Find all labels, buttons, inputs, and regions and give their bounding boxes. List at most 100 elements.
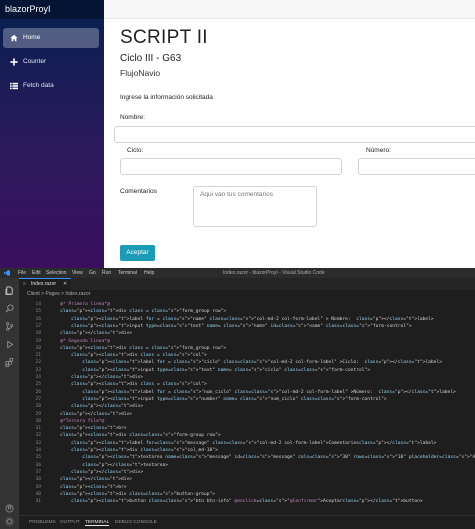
- panel-tab-problems[interactable]: PROBLEMS: [29, 520, 56, 525]
- code-line: class="p"><class="t">br>: [60, 484, 127, 490]
- comentarios-label: Comentarios: [120, 188, 157, 195]
- code-line: class="p"><class="t">input type=class="s…: [82, 396, 387, 402]
- menu-help[interactable]: Help: [144, 268, 154, 278]
- gear-icon[interactable]: [5, 517, 14, 526]
- line-number: 22: [35, 360, 41, 366]
- line-number: 41: [35, 499, 41, 505]
- page-subtitle: Ciclo III - G63: [120, 53, 182, 64]
- code-line: class="p"><class="t">br>: [60, 426, 127, 432]
- nav-item-home[interactable]: Home: [3, 28, 99, 48]
- panel-tab-terminal[interactable]: TERMINAL: [85, 520, 110, 526]
- nav-item-label: Fetch data: [23, 82, 54, 89]
- code-line: class="p"></class="t">div>: [71, 375, 144, 380]
- code-editor[interactable]: 14 @* Primera linea*@ 15 class="p"><class…: [19, 299, 475, 505]
- sidebar: blazorProyI Home Counter Fetch data: [0, 0, 104, 268]
- code-line: class="p"><class="t">textarea name=class…: [82, 455, 475, 461]
- line-number: 17: [35, 323, 41, 329]
- line-number: 37: [35, 469, 41, 475]
- line-number: 40: [35, 491, 41, 497]
- line-number: 25: [35, 382, 41, 388]
- panel-tabs: PROBLEMS OUTPUT TERMINAL DEBUG CONSOLE: [19, 515, 475, 529]
- extensions-icon[interactable]: [5, 358, 14, 367]
- code-line: class="p"><class="t">div class = class="…: [60, 309, 227, 315]
- code-line: class="p"><class="t">div class = class="…: [71, 353, 207, 359]
- menu-file[interactable]: File: [18, 268, 26, 278]
- comentarios-textarea[interactable]: Aqui van tus comentarios: [193, 186, 317, 227]
- code-line: @* Primera linea*@: [49, 302, 110, 307]
- run-debug-icon[interactable]: [5, 340, 14, 349]
- nav-item-label: Home: [23, 34, 41, 41]
- search-icon[interactable]: [5, 304, 14, 313]
- line-number: 33: [35, 440, 41, 446]
- code-line: class="p"></class="t">textarea>: [82, 462, 168, 468]
- code-line: class="p"><class="t">label for = class="…: [71, 316, 434, 322]
- razor-file-icon: ≡: [23, 281, 26, 287]
- code-line: class="p"><class="t">input type=class="s…: [82, 367, 371, 373]
- source-control-icon[interactable]: [5, 322, 14, 331]
- menu-terminal[interactable]: Terminal: [118, 268, 137, 278]
- code-line: class="p"><class="t">div class=class="s"…: [60, 433, 221, 439]
- line-number: 16: [35, 316, 41, 322]
- menu-selection[interactable]: Selection: [46, 268, 67, 278]
- code-line: @*Tercera fila*@: [49, 418, 105, 424]
- page-subtitle-2: FlujoNavio: [120, 68, 161, 78]
- aceptar-button[interactable]: Aceptar: [120, 245, 155, 261]
- panel-tab-output[interactable]: OUTPUT: [60, 520, 80, 525]
- home-icon: [10, 34, 18, 42]
- code-line: class="p"><class="t">div class = class="…: [71, 382, 207, 388]
- line-number: 36: [35, 462, 41, 468]
- code-line: class="p"><class="t">button class=class=…: [71, 499, 423, 505]
- numero-label: Número:: [366, 147, 391, 154]
- ciclo-input[interactable]: [120, 158, 342, 175]
- code-line: class="p"></class="t">div>: [71, 404, 144, 410]
- nombre-label: Nombre:: [120, 114, 145, 121]
- nombre-input[interactable]: [114, 126, 475, 143]
- code-line: class="p"><class="t">input type=class="s…: [71, 323, 412, 329]
- close-icon[interactable]: ✕: [63, 279, 67, 290]
- menu-edit[interactable]: Edit: [32, 268, 41, 278]
- line-number: 23: [35, 367, 41, 373]
- line-number: 20: [35, 345, 41, 351]
- account-icon[interactable]: [5, 504, 14, 513]
- line-number: 35: [35, 455, 41, 461]
- line-number: 27: [35, 396, 41, 402]
- line-number: 39: [35, 484, 41, 490]
- top-bar: [104, 0, 475, 19]
- line-number: 21: [35, 353, 41, 359]
- window-title: Index.razor - blazorProyI - Visual Studi…: [223, 270, 325, 276]
- line-number: 31: [35, 426, 41, 432]
- list-icon: [10, 82, 18, 90]
- menu-view[interactable]: View: [72, 268, 83, 278]
- code-line: class="p"></class="t">div>: [60, 411, 133, 417]
- nav-item-fetch-data[interactable]: Fetch data: [3, 76, 99, 96]
- app-brand[interactable]: blazorProyI: [0, 0, 104, 19]
- line-number: 32: [35, 433, 41, 439]
- panel-tab-debug-console[interactable]: DEBUG CONSOLE: [115, 520, 157, 525]
- main-content: SCRIPT II Ciclo III - G63 FlujoNavio Ing…: [104, 0, 475, 268]
- numero-input[interactable]: [358, 158, 475, 175]
- vscode-logo-icon: [4, 270, 10, 276]
- line-number: 28: [35, 404, 41, 410]
- code-line: class="p"><class="t">label for = class="…: [82, 389, 456, 395]
- blazor-app-window: blazorProyI Home Counter Fetch data SCRI…: [0, 0, 475, 268]
- nav-item-label: Counter: [23, 58, 47, 65]
- page-title: SCRIPT II: [120, 27, 208, 48]
- line-number: 29: [35, 411, 41, 417]
- explorer-icon[interactable]: [5, 286, 14, 295]
- tab-label: Index.razor: [31, 281, 57, 287]
- intro-text: Ingrese la información solicitada: [120, 94, 213, 101]
- tab-index-razor[interactable]: ≡ Index.razor ✕: [19, 278, 71, 290]
- code-line: class="p"><class="t">label for=class="s"…: [71, 440, 437, 446]
- code-line: class="p"></class="t">div>: [60, 477, 133, 483]
- line-number: 38: [35, 477, 41, 483]
- menu-go[interactable]: Go: [89, 268, 96, 278]
- plus-icon: [10, 58, 18, 66]
- menu-run[interactable]: Run: [102, 268, 111, 278]
- line-number: 30: [35, 418, 41, 424]
- code-line: class="p"><class="t">div class=class="s"…: [71, 448, 218, 453]
- code-line: class="p"></class="t">div>: [60, 331, 133, 337]
- line-number: 14: [35, 302, 41, 307]
- breadcrumb[interactable]: Client > Pages > Index.razor: [19, 290, 475, 299]
- nav-item-counter[interactable]: Counter: [3, 52, 99, 72]
- line-number: 26: [35, 389, 41, 395]
